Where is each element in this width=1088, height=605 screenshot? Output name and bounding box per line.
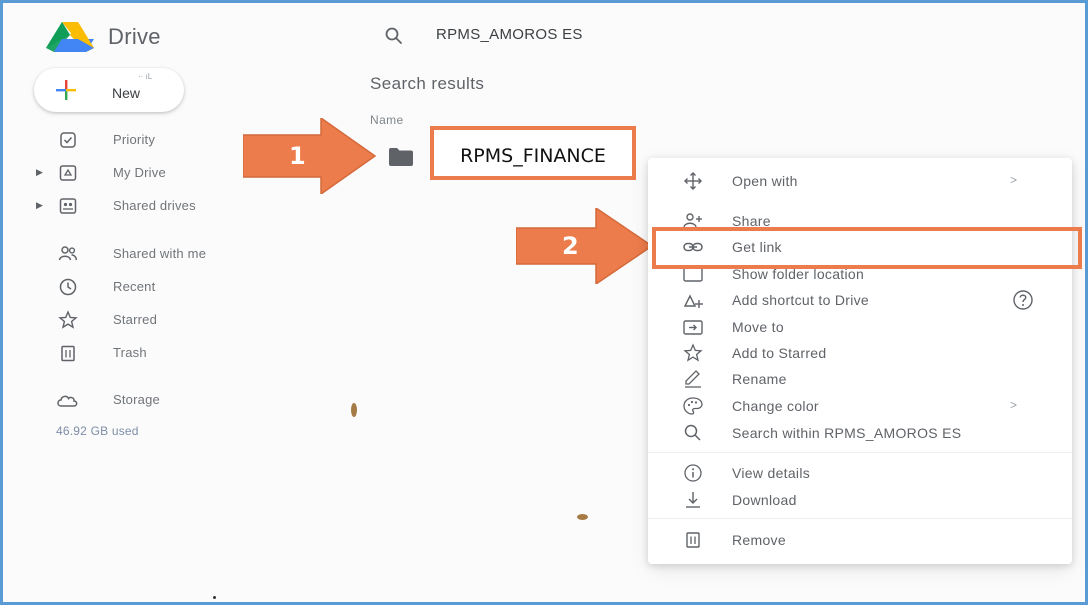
- search-input[interactable]: RPMS_AMOROS ES: [436, 26, 583, 43]
- step-1-arrow: 1: [242, 116, 377, 196]
- scan-speck: [213, 596, 216, 599]
- help-icon[interactable]: [1012, 289, 1034, 311]
- menu-item-label: Search within RPMS_AMOROS ES: [732, 425, 962, 441]
- context-menu: Open with > Share Get link Show folder l…: [648, 158, 1072, 564]
- new-button-tiny-text: ·· ıL: [138, 72, 153, 81]
- sidebar-item-label: Priority: [113, 132, 156, 147]
- rename-icon: [685, 370, 701, 388]
- sidebar-item-label: Storage: [113, 392, 160, 407]
- step-1-number: 1: [289, 142, 306, 170]
- sidebar-item-label: Starred: [113, 312, 158, 327]
- scan-speck: [577, 514, 588, 520]
- sidebar-item-trash[interactable]: Trash: [0, 341, 300, 365]
- star-icon: [58, 310, 78, 329]
- star-icon: [683, 343, 703, 362]
- new-button[interactable]: ·· ıL New: [34, 68, 184, 112]
- folder-icon[interactable]: [388, 147, 414, 167]
- palette-icon: [683, 397, 703, 415]
- add-shortcut-icon: [683, 294, 703, 308]
- menu-item-search-within[interactable]: Search within RPMS_AMOROS ES: [648, 420, 1072, 446]
- menu-item-remove[interactable]: Remove: [648, 527, 1072, 553]
- menu-item-add-shortcut[interactable]: Add shortcut to Drive: [648, 287, 1072, 313]
- sidebar-item-storage[interactable]: Storage: [0, 388, 300, 412]
- menu-item-view-details[interactable]: View details: [648, 460, 1072, 486]
- page-title: Search results: [370, 74, 485, 93]
- priority-icon: [60, 132, 76, 148]
- menu-item-label: View details: [732, 465, 811, 481]
- menu-item-label: Rename: [732, 371, 787, 387]
- shared-drives-icon: [59, 198, 77, 214]
- menu-divider: [648, 518, 1072, 519]
- menu-item-label: Change color: [732, 398, 819, 414]
- menu-item-label: Move to: [732, 319, 784, 335]
- menu-item-open-with[interactable]: Open with >: [648, 168, 1072, 194]
- folder-name-callout[interactable]: RPMS_FINANCE: [430, 126, 636, 180]
- search-icon: [684, 424, 701, 441]
- chevron-right-icon: >: [1010, 173, 1018, 187]
- sidebar-item-label: Shared with me: [113, 246, 207, 261]
- plus-icon: [56, 80, 76, 100]
- sidebar-item-shared-drives[interactable]: ▶ Shared drives: [0, 194, 300, 218]
- right-arrow-icon: [242, 116, 377, 196]
- chevron-right-icon: >: [1010, 398, 1018, 412]
- get-link-highlight: [652, 227, 1082, 269]
- folder-name: RPMS_FINANCE: [460, 145, 606, 167]
- sidebar-item-label: Shared drives: [113, 198, 196, 213]
- step-2-arrow: 2: [515, 206, 654, 286]
- menu-divider: [648, 452, 1072, 453]
- search-icon[interactable]: [384, 26, 404, 46]
- menu-item-add-to-starred[interactable]: Add to Starred: [648, 340, 1072, 366]
- sidebar-item-recent[interactable]: Recent: [0, 275, 300, 299]
- expand-arrow-icon[interactable]: ▶: [36, 200, 43, 211]
- menu-item-rename[interactable]: Rename: [648, 366, 1072, 392]
- clock-icon: [59, 278, 77, 296]
- drive-logo-icon: [46, 22, 94, 52]
- trash-icon: [686, 532, 700, 548]
- menu-item-download[interactable]: Download: [648, 487, 1072, 513]
- storage-used-text: 46.92 GB used: [56, 424, 139, 438]
- menu-item-label: Add to Starred: [732, 345, 827, 361]
- scan-speck: [351, 403, 357, 417]
- menu-item-label: Remove: [732, 532, 786, 548]
- cloud-icon: [57, 395, 78, 407]
- new-button-label: New: [112, 85, 141, 101]
- sidebar-item-label: Recent: [113, 279, 156, 294]
- expand-arrow-icon[interactable]: ▶: [36, 167, 43, 178]
- download-icon: [686, 492, 700, 508]
- menu-item-label: Download: [732, 492, 797, 508]
- sidebar-item-label: Trash: [113, 345, 147, 360]
- sidebar-item-label: My Drive: [113, 165, 166, 180]
- my-drive-icon: [59, 165, 77, 181]
- menu-item-move-to[interactable]: Move to: [648, 314, 1072, 340]
- right-arrow-icon: [515, 206, 654, 286]
- app-title: Drive: [108, 24, 161, 49]
- menu-item-label: Open with: [732, 173, 798, 189]
- menu-item-change-color[interactable]: Change color >: [648, 393, 1072, 419]
- move-to-icon: [683, 320, 703, 335]
- open-with-icon: [684, 172, 702, 190]
- sidebar-item-starred[interactable]: Starred: [0, 308, 300, 332]
- trash-icon: [61, 345, 75, 362]
- info-icon: [684, 464, 702, 482]
- sidebar-item-shared-with-me[interactable]: Shared with me: [0, 242, 300, 266]
- menu-item-label: Add shortcut to Drive: [732, 292, 870, 308]
- shared-with-me-icon: [58, 246, 78, 261]
- step-2-number: 2: [562, 232, 579, 260]
